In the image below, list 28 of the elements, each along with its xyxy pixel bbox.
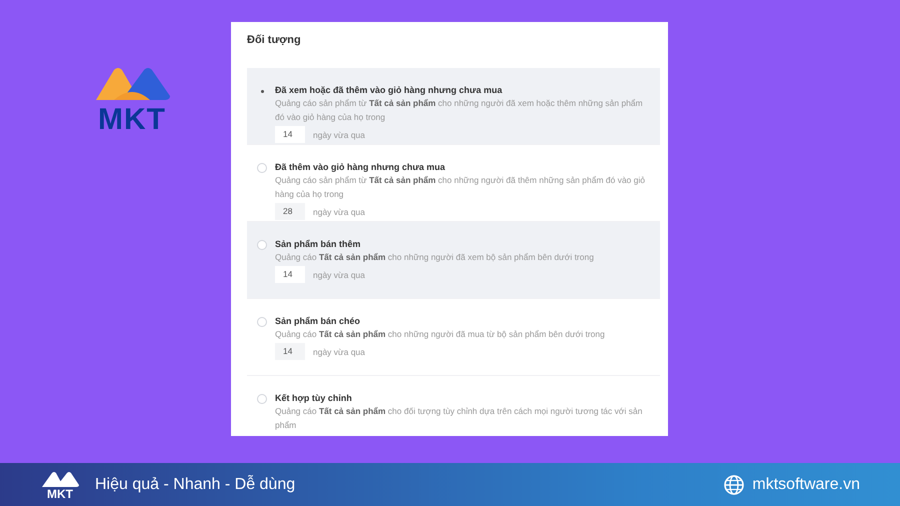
radio-button[interactable] bbox=[257, 163, 267, 173]
radio-button[interactable] bbox=[257, 317, 267, 327]
mkt-logo: MKT bbox=[92, 64, 172, 136]
option-title: Sản phẩm bán chéo bbox=[275, 315, 362, 327]
days-field[interactable]: 14 bbox=[275, 126, 305, 143]
option-description: Quảng cáo Tất cả sản phẩm cho đối tượng tùy chỉnh dựa trên cách mọi người tương tác với sản phẩm bbox=[275, 405, 644, 432]
radio-button[interactable] bbox=[257, 240, 267, 250]
days-field[interactable]: 14 bbox=[275, 343, 305, 360]
days-field[interactable]: 14 bbox=[275, 266, 305, 283]
days-suffix: ngày vừa qua bbox=[313, 268, 366, 282]
option-title: Đã xem hoặc đã thêm vào giỏ hàng nhưng chưa mua bbox=[275, 84, 504, 96]
tagline: Hiệu quả - Nhanh - Dễ dùng bbox=[95, 476, 296, 494]
days-suffix: ngày vừa qua bbox=[313, 346, 366, 358]
mkt-logo: MKT bbox=[40, 470, 80, 500]
radio-button[interactable] bbox=[257, 394, 267, 404]
option-title: Sản phẩm bán thêm bbox=[275, 238, 362, 250]
days-suffix: ngày vừa qua bbox=[313, 206, 366, 218]
option-description: Quảng cáo Tất cả sản phẩm cho những người đã mua từ bộ sản phẩm bên dưới trong bbox=[275, 328, 606, 341]
option-description: Quảng cáo Tất cả sản phẩm cho những người đã xem bộ sản phẩm bên dưới trong bbox=[275, 251, 595, 264]
days-suffix: ngày vừa qua bbox=[313, 128, 366, 142]
globe-icon bbox=[724, 474, 744, 494]
website-link[interactable]: mktsoftware.vn bbox=[752, 476, 860, 494]
option-title: Kết hợp tùy chỉnh bbox=[275, 392, 353, 404]
audience-option[interactable]: Sản phẩm bán thêm Quảng cáo Tất cả sản phẩm cho những người đã xem bộ sản phẩm bên dưới trong 14 ngày vừa qua bbox=[247, 222, 660, 299]
audience-option[interactable]: Đã xem hoặc đã thêm vào giỏ hàng nhưng chưa mua Quảng cáo sản phẩm từ Tất cả sản phẩm cho những người đã xem hoặc thêm những sản phẩm đó vào giỏ hàng của họ trong 14 ngày vừa qua bbox=[247, 68, 660, 145]
card-title: Đối tượng bbox=[247, 34, 302, 46]
days-field[interactable]: 28 bbox=[275, 203, 305, 220]
option-title: Đã thêm vào giỏ hàng nhưng chưa mua bbox=[275, 161, 446, 173]
